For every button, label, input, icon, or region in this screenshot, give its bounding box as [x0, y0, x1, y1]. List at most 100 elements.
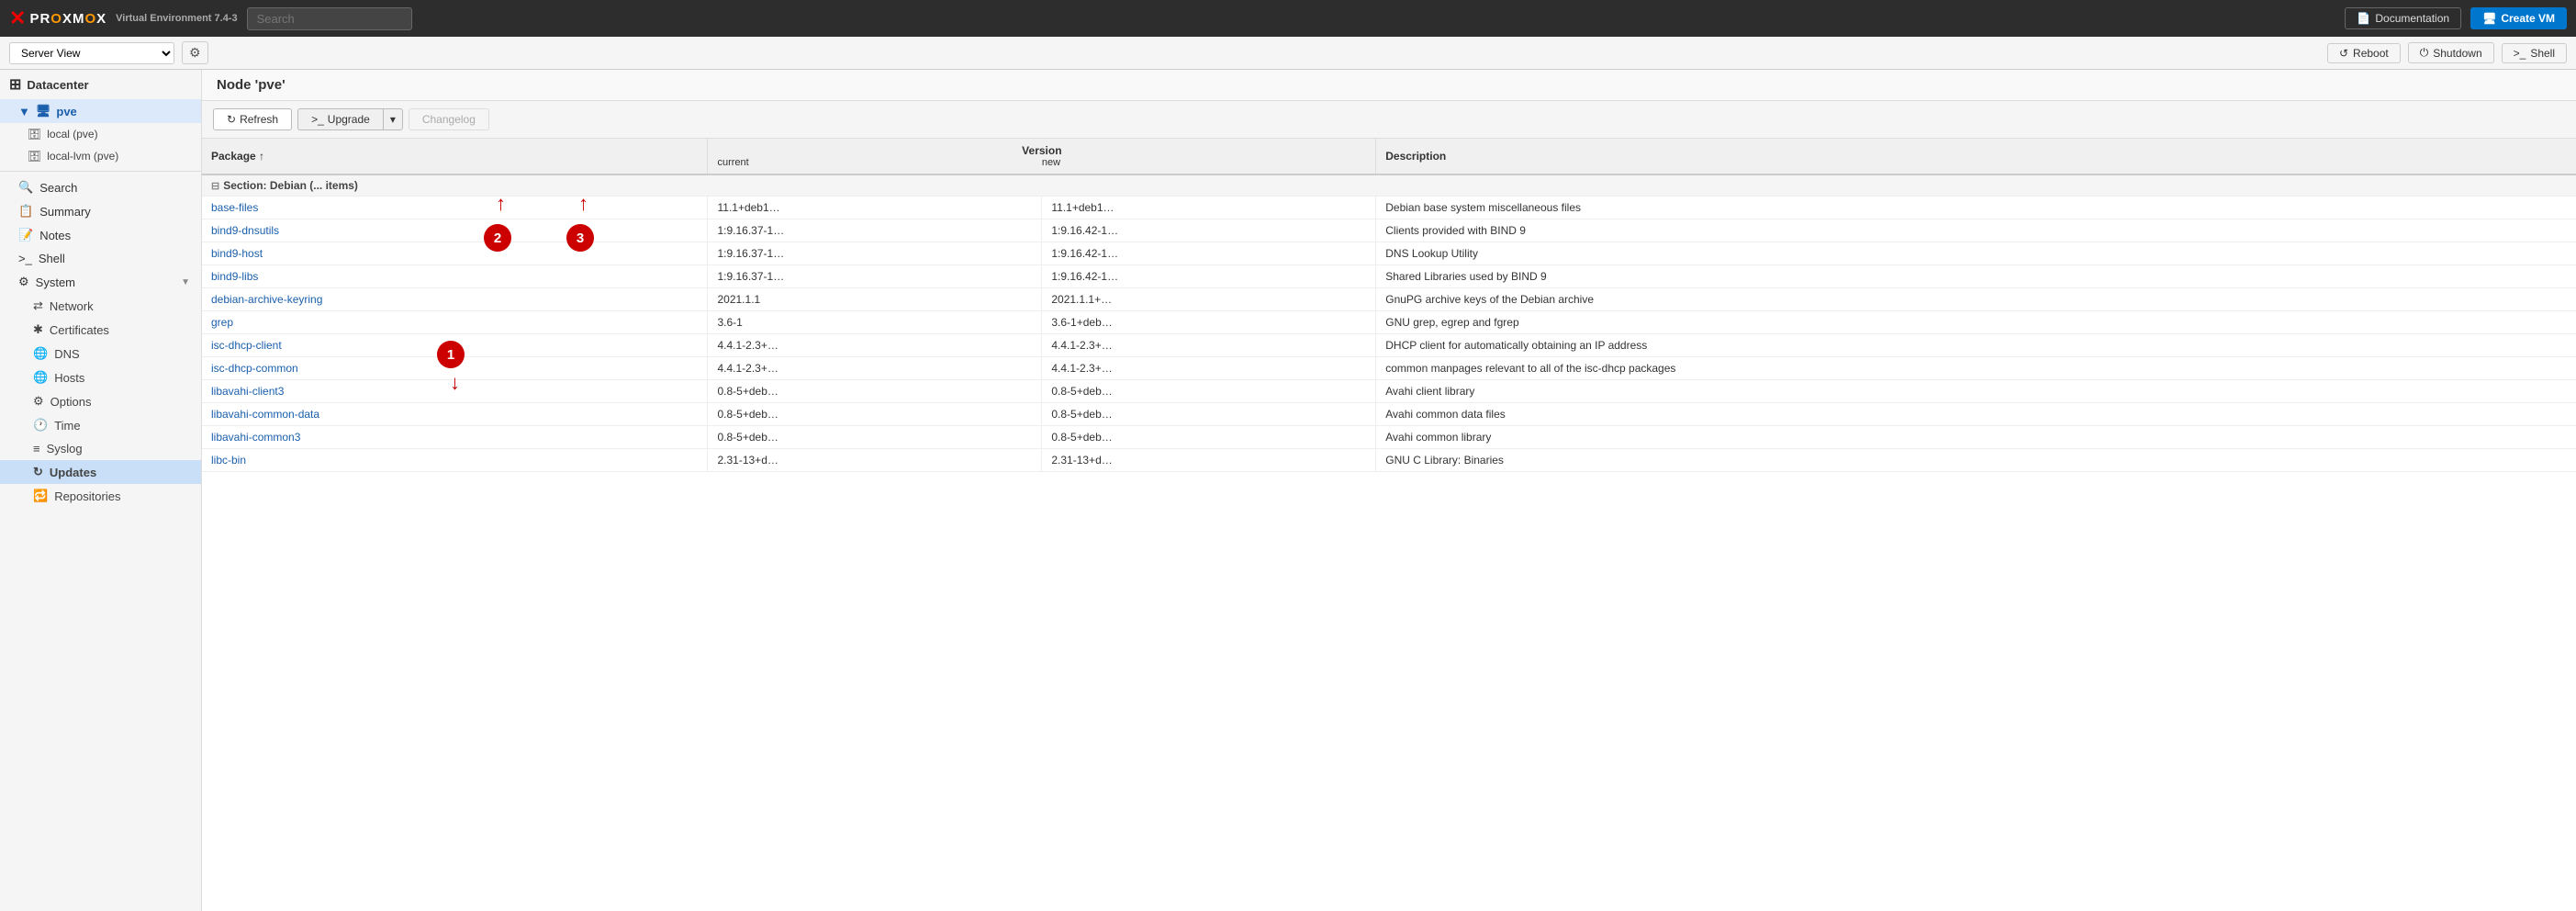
storage-local-lvm[interactable]: 🗄 local-lvm (pve): [0, 145, 201, 167]
cell-current: 4.4.1-2.3+…: [708, 334, 1042, 357]
time-icon: 🕐: [33, 418, 48, 433]
cell-package: isc-dhcp-common: [202, 357, 708, 380]
topbar: ✕ PROXMOX Virtual Environment 7.4-3 📄 Do…: [0, 0, 2576, 37]
gear-button[interactable]: ⚙: [182, 41, 208, 64]
storage-icon-1: 🗄: [28, 128, 41, 141]
updates-icon: ↻: [33, 465, 43, 479]
cell-current: 2.31-13+d…: [708, 449, 1042, 472]
cell-current: 0.8-5+deb…: [708, 426, 1042, 449]
node-item[interactable]: ▼ 🖥 pve: [0, 99, 201, 123]
cell-description: GNU grep, egrep and fgrep: [1376, 311, 2576, 334]
table-row[interactable]: libavahi-client3 0.8-5+deb… 0.8-5+deb… A…: [202, 380, 2576, 403]
upgrade-button-group: >_ Upgrade ▾: [297, 108, 403, 130]
changelog-button[interactable]: Changelog: [409, 108, 489, 130]
updates-table-container: Package ↑ Version current new Descriptio…: [202, 139, 2576, 911]
node-icon: ▼: [18, 105, 30, 118]
table-row[interactable]: libavahi-common3 0.8-5+deb… 0.8-5+deb… A…: [202, 426, 2576, 449]
table-row[interactable]: bind9-dnsutils 1:9.16.37-1… 1:9.16.42-1……: [202, 219, 2576, 242]
cell-new: 11.1+deb1…: [1042, 197, 1376, 219]
cell-description: Clients provided with BIND 9: [1376, 219, 2576, 242]
refresh-icon: ↻: [227, 113, 236, 126]
cell-package: libavahi-client3: [202, 380, 708, 403]
cell-new: 0.8-5+deb…: [1042, 426, 1376, 449]
sidebar-item-system[interactable]: ⚙ System ▼: [0, 270, 201, 294]
toolbar: ↻ Refresh >_ Upgrade ▾ Changelog: [202, 101, 2576, 139]
table-row[interactable]: debian-archive-keyring 2021.1.1 2021.1.1…: [202, 288, 2576, 311]
cell-current: 1:9.16.37-1…: [708, 265, 1042, 288]
table-row[interactable]: bind9-libs 1:9.16.37-1… 1:9.16.42-1… Sha…: [202, 265, 2576, 288]
collapse-btn[interactable]: ⊟: [211, 181, 219, 192]
datacenter-item[interactable]: ⊞ Datacenter: [0, 70, 201, 99]
syslog-icon: ≡: [33, 442, 40, 456]
cell-package: debian-archive-keyring: [202, 288, 708, 311]
search-input[interactable]: [247, 7, 412, 30]
notes-icon: 📝: [18, 228, 33, 242]
cell-description: DHCP client for automatically obtaining …: [1376, 334, 2576, 357]
sidebar-item-hosts[interactable]: 🌐 Hosts: [0, 366, 201, 389]
sidebar-item-notes[interactable]: 📝 Notes: [0, 223, 201, 247]
search-icon: 🔍: [18, 180, 33, 195]
cell-description: Debian base system miscellaneous files: [1376, 197, 2576, 219]
cell-current: 0.8-5+deb…: [708, 380, 1042, 403]
serverbar: Server View ⚙ ↺ Reboot ⏻ Shutdown >_ She…: [0, 37, 2576, 70]
table-row[interactable]: grep 3.6-1 3.6-1+deb… GNU grep, egrep an…: [202, 311, 2576, 334]
sidebar-item-options[interactable]: ⚙ Options: [0, 389, 201, 413]
sidebar-item-certificates[interactable]: ✱ Certificates: [0, 318, 201, 342]
col-version: Version current new: [708, 139, 1376, 174]
sidebar: ⊞ Datacenter ▼ 🖥 pve 🗄 local (pve) 🗄 loc…: [0, 70, 202, 911]
cell-current: 0.8-5+deb…: [708, 403, 1042, 426]
upgrade-icon: >_: [311, 113, 324, 126]
cell-new: 2021.1.1+…: [1042, 288, 1376, 311]
shell-button[interactable]: >_ Shell: [2502, 43, 2567, 63]
shell-nav-icon: >_: [18, 252, 32, 265]
table-row[interactable]: bind9-host 1:9.16.37-1… 1:9.16.42-1… DNS…: [202, 242, 2576, 265]
cell-description: Avahi common data files: [1376, 403, 2576, 426]
sidebar-item-updates[interactable]: ↻ Updates: [0, 460, 201, 484]
shutdown-button[interactable]: ⏻ Shutdown: [2408, 42, 2494, 63]
reboot-icon: ↺: [2339, 47, 2348, 60]
sidebar-item-network[interactable]: ⇄ Network: [0, 294, 201, 318]
sidebar-item-shell[interactable]: >_ Shell: [0, 247, 201, 270]
dns-icon: 🌐: [33, 346, 48, 361]
sidebar-item-repositories[interactable]: 🔁 Repositories: [0, 484, 201, 508]
dropdown-icon: ▾: [390, 113, 396, 126]
table-row[interactable]: base-files 11.1+deb1… 11.1+deb1… Debian …: [202, 197, 2576, 219]
cell-current: 3.6-1: [708, 311, 1042, 334]
logo-proxmox: PROXMOX: [29, 11, 106, 27]
create-vm-button[interactable]: 🖥 Create VM: [2470, 7, 2567, 29]
cell-package: libavahi-common3: [202, 426, 708, 449]
logo: ✕ PROXMOX Virtual Environment 7.4-3: [9, 6, 238, 30]
datacenter-icon: ⊞: [9, 75, 21, 94]
table-row[interactable]: isc-dhcp-client 4.4.1-2.3+… 4.4.1-2.3+… …: [202, 334, 2576, 357]
docs-button[interactable]: 📄 Documentation: [2345, 7, 2461, 29]
cell-new: 3.6-1+deb…: [1042, 311, 1376, 334]
cell-description: GNU C Library: Binaries: [1376, 449, 2576, 472]
sidebar-item-dns[interactable]: 🌐 DNS: [0, 342, 201, 366]
power-icon: ⏻: [2420, 46, 2429, 60]
cell-current: 2021.1.1: [708, 288, 1042, 311]
refresh-button[interactable]: ↻ Refresh: [213, 108, 292, 130]
server-view-select[interactable]: Server View: [9, 42, 174, 64]
sidebar-item-time[interactable]: 🕐 Time: [0, 413, 201, 437]
sidebar-item-summary[interactable]: 📋 Summary: [0, 199, 201, 223]
upgrade-button[interactable]: >_ Upgrade: [297, 108, 383, 130]
storage-icon-2: 🗄: [28, 150, 41, 163]
table-row[interactable]: libavahi-common-data 0.8-5+deb… 0.8-5+de…: [202, 403, 2576, 426]
table-body: ⊟Section: Debian (... items) base-files …: [202, 174, 2576, 472]
table-row[interactable]: isc-dhcp-common 4.4.1-2.3+… 4.4.1-2.3+… …: [202, 357, 2576, 380]
system-caret: ▼: [181, 277, 190, 287]
upgrade-dropdown-button[interactable]: ▾: [383, 108, 403, 130]
sidebar-item-search[interactable]: 🔍 Search: [0, 175, 201, 199]
sidebar-item-syslog[interactable]: ≡ Syslog: [0, 437, 201, 460]
monitor-icon: 🖥: [2482, 12, 2496, 25]
cell-new: 2.31-13+d…: [1042, 449, 1376, 472]
shell-icon: >_: [2514, 47, 2526, 60]
storage-local[interactable]: 🗄 local (pve): [0, 123, 201, 145]
table-row[interactable]: libc-bin 2.31-13+d… 2.31-13+d… GNU C Lib…: [202, 449, 2576, 472]
cell-current: 11.1+deb1…: [708, 197, 1042, 219]
updates-table: Package ↑ Version current new Descriptio…: [202, 139, 2576, 472]
reboot-button[interactable]: ↺ Reboot: [2327, 43, 2401, 63]
logo-x: ✕: [9, 6, 26, 30]
cell-description: Avahi common library: [1376, 426, 2576, 449]
main-layout: ⊞ Datacenter ▼ 🖥 pve 🗄 local (pve) 🗄 loc…: [0, 70, 2576, 911]
